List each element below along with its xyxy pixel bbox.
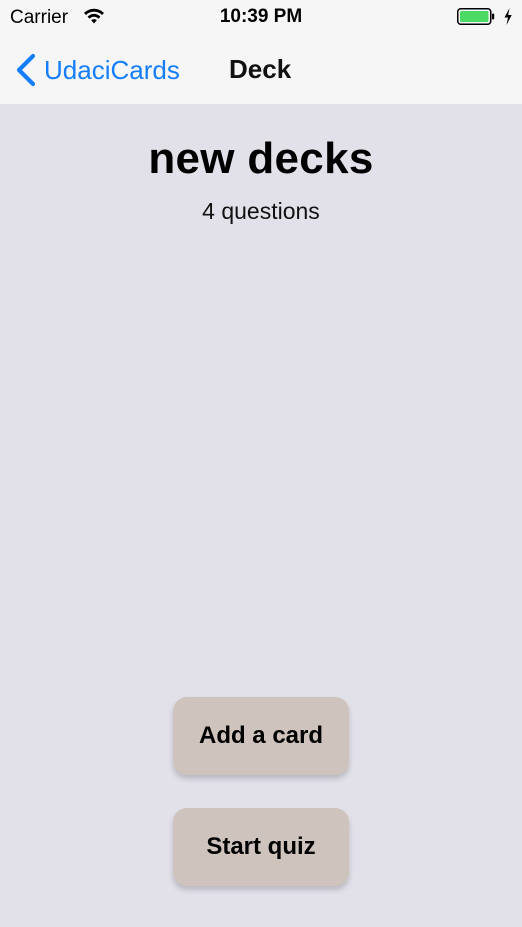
status-time: 10:39 PM (219, 6, 303, 27)
nav-title: Deck (229, 54, 292, 84)
deck-question-count: 4 questions (202, 198, 320, 224)
status-bar: Carrier 10:39 PM (0, 0, 522, 34)
chevron-left-icon (16, 53, 36, 87)
charging-bolt-icon (504, 8, 512, 25)
back-button-label: UdaciCards (44, 54, 180, 85)
battery-icon (457, 8, 495, 25)
back-button[interactable]: UdaciCards (14, 50, 180, 90)
start-quiz-button[interactable]: Start quiz (173, 808, 349, 886)
deck-title: new decks (148, 134, 374, 183)
add-card-button[interactable]: Add a card (173, 697, 349, 775)
navigation-bar: UdaciCards Deck (0, 34, 522, 104)
